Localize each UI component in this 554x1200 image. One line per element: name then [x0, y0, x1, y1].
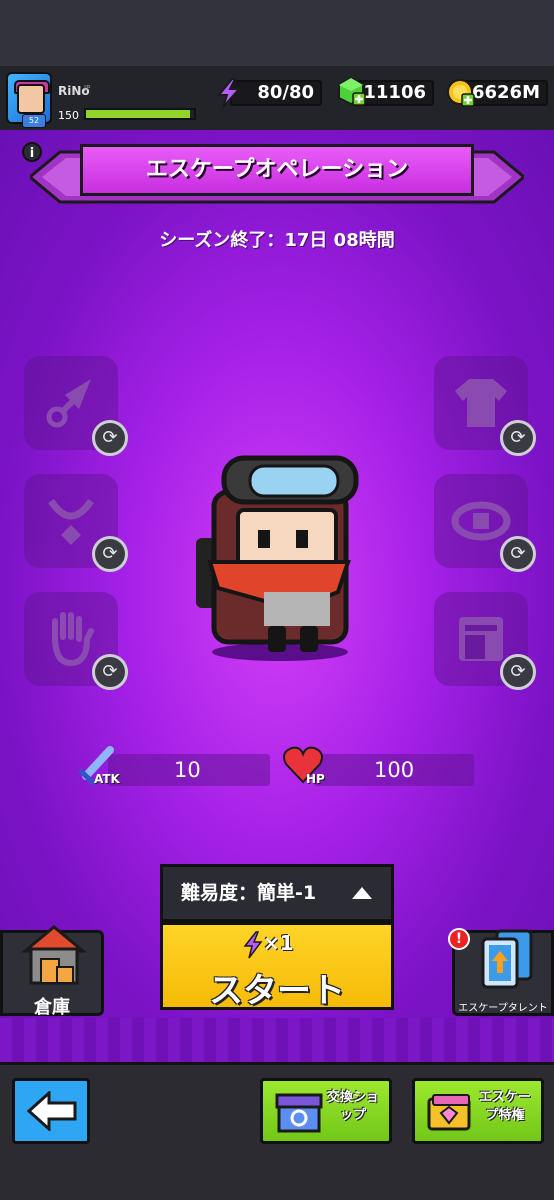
kunai-icon [46, 379, 91, 428]
privilege-card-icon [427, 1094, 471, 1131]
belt-icon [451, 501, 511, 541]
exchange-shop-button[interactable]: 交換ショップ [260, 1078, 392, 1144]
player-region: JP [84, 84, 91, 92]
system-status-bar [0, 0, 554, 66]
swap-book-icon[interactable]: ⟳ [500, 654, 536, 690]
atk-stat-box: 10 [108, 754, 270, 786]
gold-coin-plus-icon[interactable] [446, 78, 476, 108]
warehouse-house-icon [21, 925, 87, 985]
difficulty-selector[interactable]: 難易度：簡単-1 [160, 864, 394, 922]
atk-label: ATK [94, 772, 120, 786]
exchange-shop-label: 交換ショップ [326, 1090, 379, 1123]
green-gem-plus-icon[interactable] [336, 76, 366, 106]
book-icon [459, 617, 503, 661]
warehouse-label: 倉庫 [34, 997, 70, 1018]
glove-icon [52, 612, 94, 667]
escape-privilege-button[interactable]: エスケープ特権 [412, 1078, 544, 1144]
talent-cards-icon [481, 929, 533, 989]
hp-value: 100 [374, 758, 415, 782]
atk-value: 10 [174, 758, 201, 782]
character-sprite[interactable] [188, 452, 368, 664]
back-button[interactable] [12, 1078, 90, 1144]
swap-glove-icon[interactable]: ⟳ [92, 654, 128, 690]
swap-necklace-icon[interactable]: ⟳ [92, 536, 128, 572]
escape-privilege-label: エスケープ特権 [478, 1090, 531, 1123]
decorative-stripe [0, 1018, 554, 1062]
xp-bar-fill [86, 110, 190, 118]
hp-stat-box: 100 [314, 754, 474, 786]
player-level: 150 [58, 109, 79, 122]
event-title: エスケープオペレーション [80, 144, 474, 196]
shop-icon [275, 1093, 323, 1133]
season-countdown: シーズン終了：17日 08時間 [159, 230, 395, 251]
escape-talent-label: エスケープタレント [458, 1003, 548, 1014]
difficulty-label: 難易度：簡単-1 [181, 882, 317, 904]
xp-bar [84, 108, 196, 120]
hp-label: HP [306, 772, 325, 786]
swap-belt-icon[interactable]: ⟳ [500, 536, 536, 572]
arrow-left-icon [27, 1091, 77, 1131]
necklace-icon [48, 498, 94, 545]
chevron-up-icon [352, 887, 372, 899]
alert-badge: ! [448, 928, 470, 950]
shirt-icon [455, 379, 507, 427]
start-energy-cost: ×1 [263, 931, 294, 955]
warehouse-button[interactable]: 倉庫 [0, 925, 104, 1018]
start-label: スタート [209, 971, 345, 1011]
avatar-level-badge: 52 [22, 114, 46, 128]
start-button[interactable]: ×1 スタート [160, 922, 394, 1011]
swap-armor-icon[interactable]: ⟳ [500, 420, 536, 456]
swap-weapon-icon[interactable]: ⟳ [92, 420, 128, 456]
energy-bolt-icon [243, 931, 263, 959]
energy-bolt-icon [216, 78, 242, 108]
